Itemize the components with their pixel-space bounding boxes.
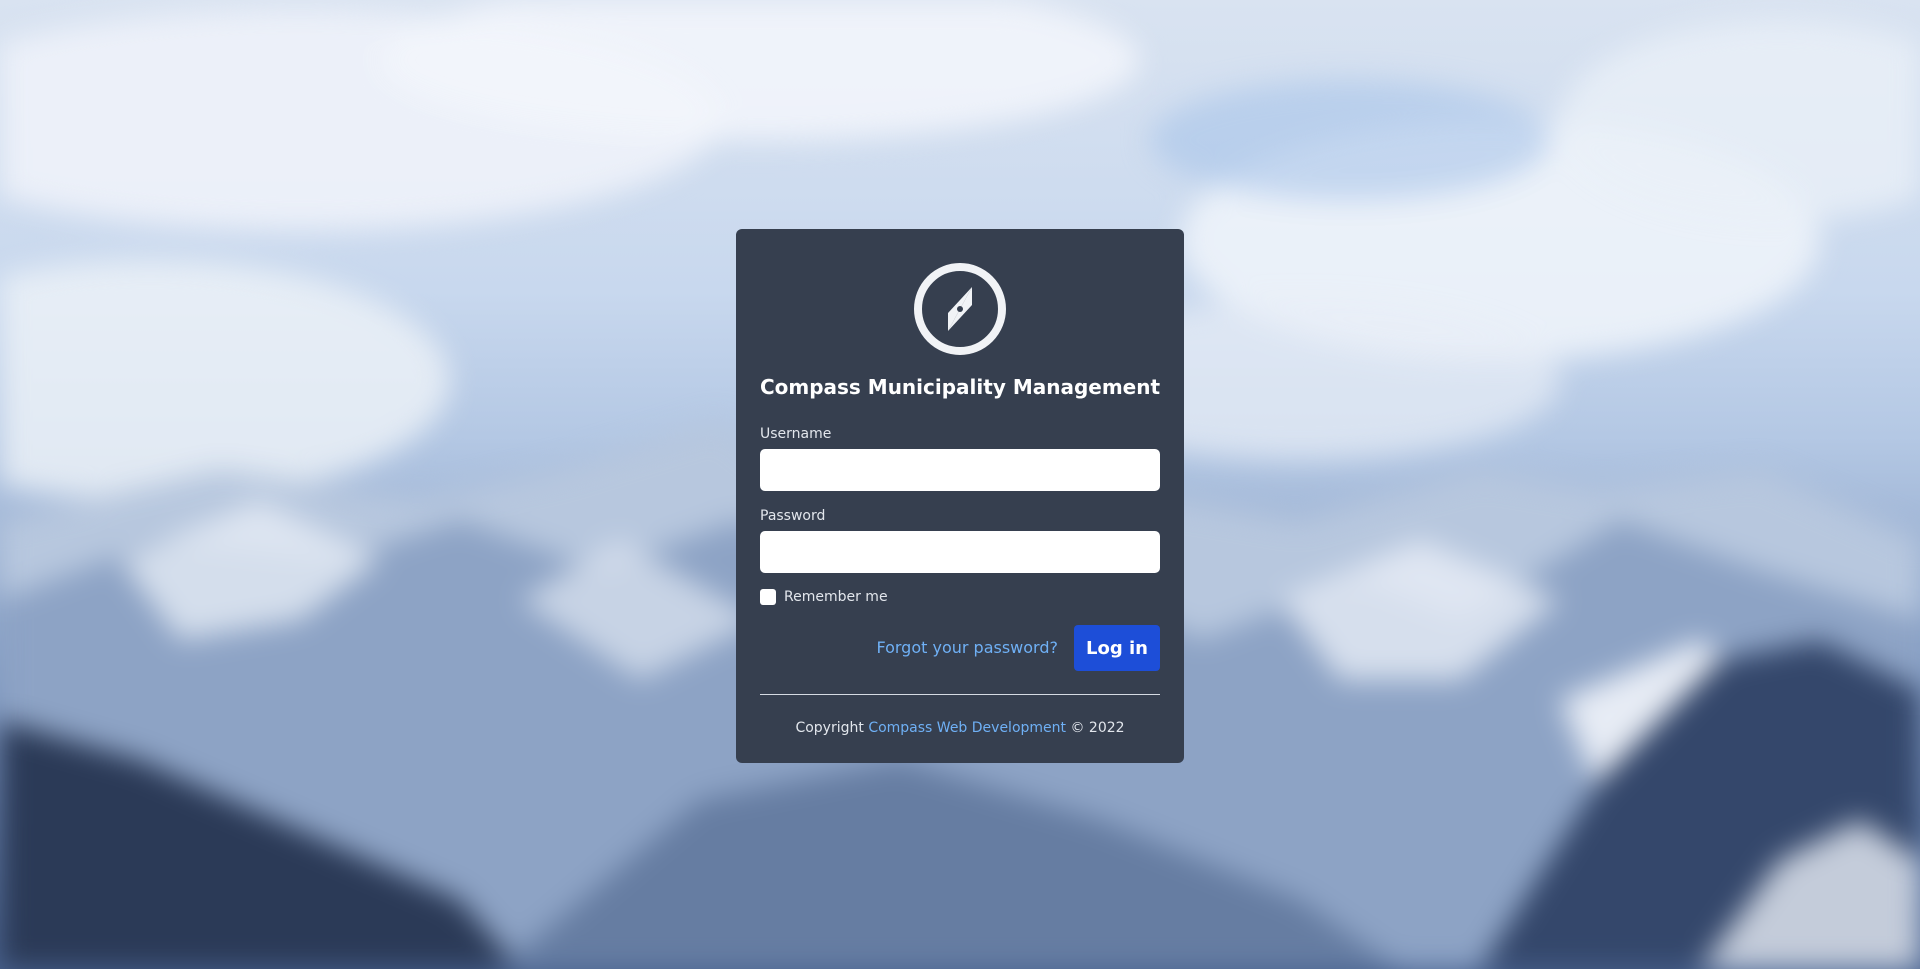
remember-me-row: Remember me — [760, 589, 888, 605]
remember-me-checkbox[interactable] — [760, 589, 776, 605]
divider — [760, 694, 1160, 695]
login-card: Compass Municipality Management Username… — [736, 229, 1184, 763]
copyright-suffix: © 2022 — [1070, 720, 1125, 736]
login-button[interactable]: Log in — [1074, 625, 1160, 671]
company-link[interactable]: Compass Web Development — [868, 720, 1066, 736]
password-input[interactable] — [760, 531, 1160, 573]
password-label: Password — [760, 508, 826, 524]
username-label: Username — [760, 426, 832, 442]
app-title: Compass Municipality Management — [759, 375, 1161, 399]
logo — [736, 261, 1184, 357]
compass-icon — [914, 263, 1006, 355]
forgot-password-link[interactable]: Forgot your password? — [876, 638, 1058, 657]
username-input[interactable] — [760, 449, 1160, 491]
copyright-prefix: Copyright — [795, 720, 864, 736]
remember-me-label[interactable]: Remember me — [784, 589, 888, 605]
footer: Copyright Compass Web Development © 2022 — [736, 720, 1184, 736]
